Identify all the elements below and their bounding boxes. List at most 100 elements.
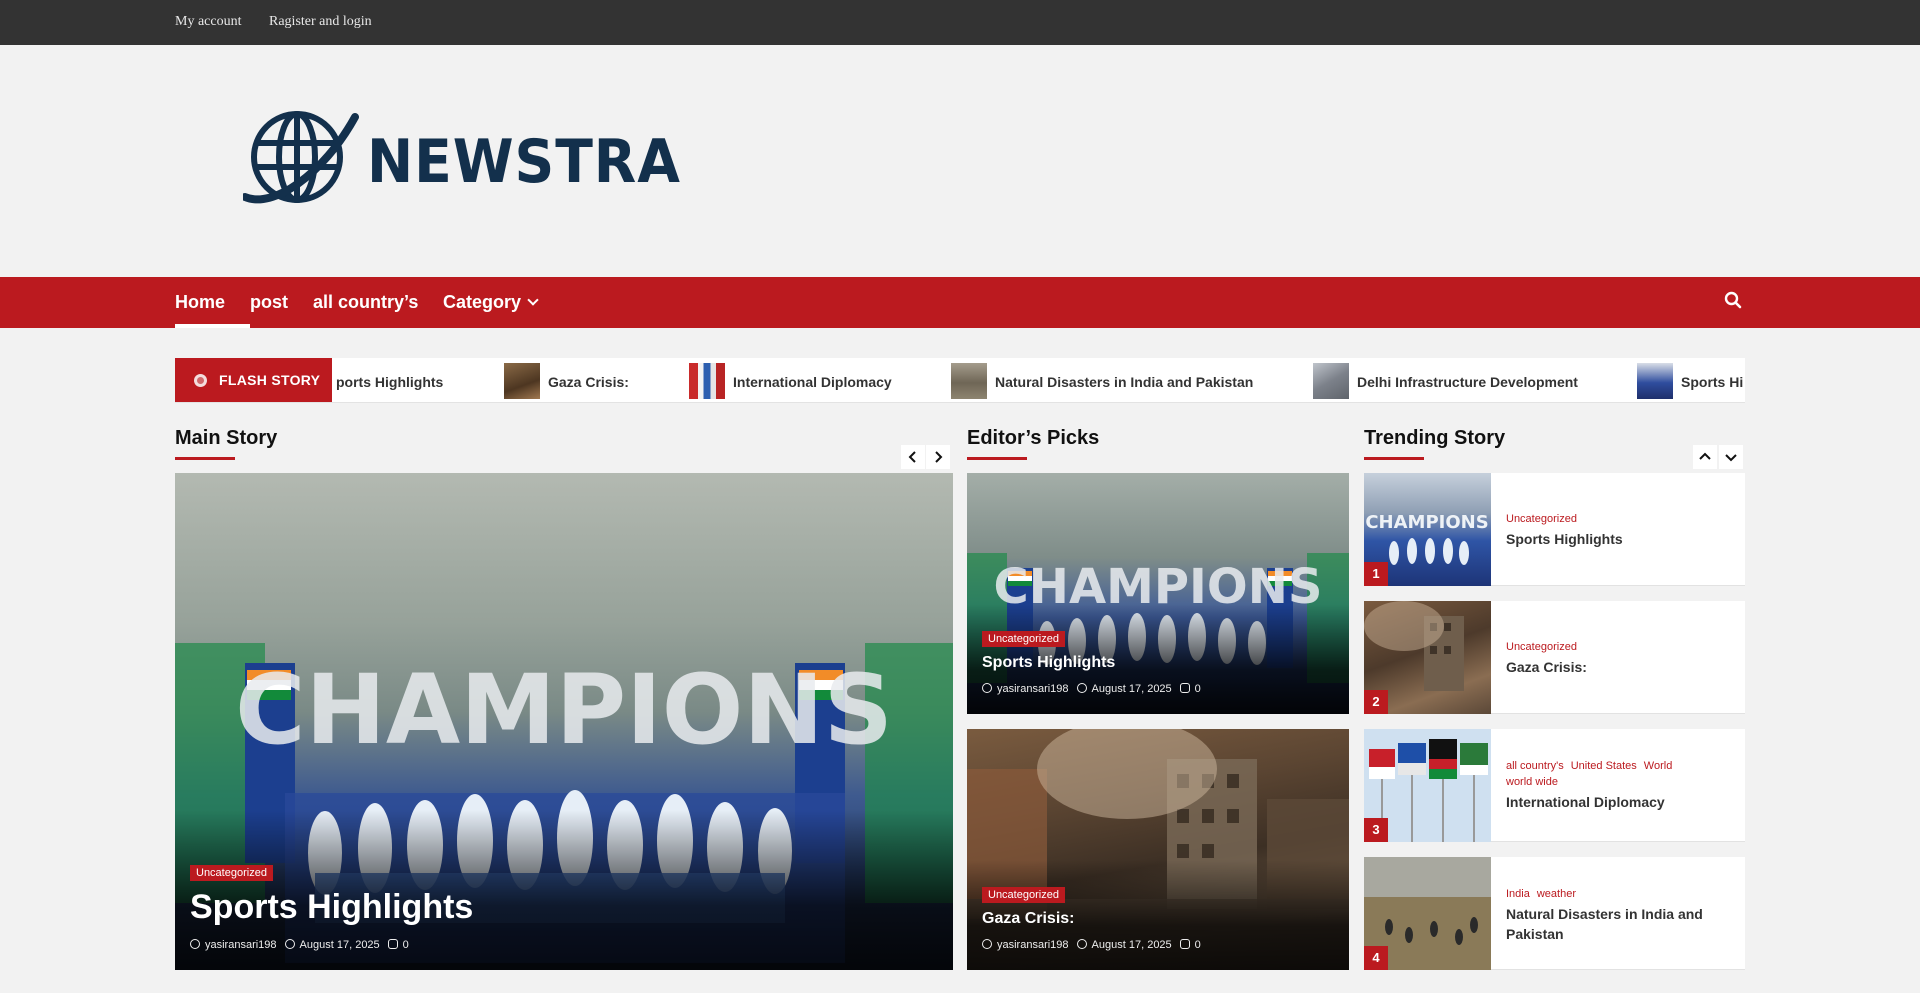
category-link[interactable]: weather xyxy=(1537,888,1576,900)
nav-home[interactable]: Home xyxy=(175,292,225,313)
heading-accent-line xyxy=(967,457,1027,460)
heading-accent-line xyxy=(175,457,235,460)
chevron-right-icon xyxy=(935,451,943,463)
clock-icon xyxy=(284,939,295,949)
nav-category[interactable]: Category xyxy=(443,292,539,313)
post-meta: yasiransari198 August 17, 2025 0 xyxy=(190,939,409,951)
svg-text:CHAMPIONS: CHAMPIONS xyxy=(235,654,893,766)
ticker-item-title: International Diplomacy xyxy=(733,374,892,390)
next-slide-button[interactable] xyxy=(926,445,950,469)
trending-thumbnail: 3 xyxy=(1364,729,1491,842)
ticker-thumbnail xyxy=(1637,363,1673,399)
category-badge[interactable]: Uncategorized xyxy=(190,865,273,881)
trending-item[interactable]: 3 all country's United States World world w… xyxy=(1364,729,1745,842)
main-story-card[interactable]: CHAMPIONS Uncategorized Sports Highlight… xyxy=(175,473,953,970)
ticker-item[interactable]: Delhi Infrastructure Development xyxy=(1313,363,1593,399)
trending-title[interactable]: International Diplomacy xyxy=(1506,792,1731,812)
ticker-item-title: Delhi Infrastructure Development xyxy=(1357,374,1578,390)
post-meta: yasiransari198 August 17, 2025 0 xyxy=(982,683,1201,695)
category-link[interactable]: United States xyxy=(1571,760,1637,772)
category-link[interactable]: India xyxy=(1506,888,1530,900)
ticker-item-title: Gaza Crisis: xyxy=(548,374,629,390)
comment-count[interactable]: 0 xyxy=(1195,683,1201,695)
nav-post[interactable]: post xyxy=(250,292,288,313)
editors-pick-title[interactable]: Sports Highlights xyxy=(982,654,1115,672)
globe-icon xyxy=(243,111,359,204)
category-link[interactable]: World xyxy=(1644,760,1673,772)
heading-accent-line xyxy=(1364,457,1424,460)
trending-up-button[interactable] xyxy=(1693,445,1717,469)
flash-story-text: FLASH STORY xyxy=(219,372,321,388)
main-navigation: Home post all country’s Category xyxy=(0,277,1920,328)
chevron-left-icon xyxy=(908,451,916,463)
post-author[interactable]: yasiransari198 xyxy=(205,939,277,951)
trending-categories: Uncategorized xyxy=(1506,511,1731,527)
trending-down-button[interactable] xyxy=(1719,445,1743,469)
trending-story-heading: Trending Story xyxy=(1364,427,1506,449)
trending-title[interactable]: Natural Disasters in India and Pakistan xyxy=(1506,904,1731,944)
category-link[interactable]: all country's xyxy=(1506,760,1564,772)
ticker-item[interactable]: Natural Disasters in India and Pakistan xyxy=(951,363,1271,399)
chevron-down-icon xyxy=(1725,454,1737,462)
trending-categories: all country's United States World world wid… xyxy=(1506,758,1731,790)
trending-item[interactable]: CHAMPIONS 1 Uncategorized Sports Highlig… xyxy=(1364,473,1745,586)
live-dot-icon xyxy=(194,374,207,387)
chevron-down-icon xyxy=(527,294,539,306)
ticker-thumbnail xyxy=(504,363,540,399)
search-icon[interactable] xyxy=(1724,291,1742,309)
trending-item[interactable]: 2 Uncategorized Gaza Crisis: xyxy=(1364,601,1745,714)
trending-thumbnail: 2 xyxy=(1364,601,1491,714)
comment-count[interactable]: 0 xyxy=(1195,939,1201,951)
category-link[interactable]: Uncategorized xyxy=(1506,513,1577,525)
register-login-link[interactable]: Ragister and login xyxy=(269,14,372,30)
ticker-item-title: ports Highlights xyxy=(336,374,444,390)
trending-rank: 3 xyxy=(1364,818,1388,842)
author-icon xyxy=(982,683,992,693)
editors-pick-card[interactable]: CHAMPIONS Uncategorized Sports Highlight… xyxy=(967,473,1349,714)
category-badge[interactable]: Uncategorized xyxy=(982,887,1065,903)
trending-rank: 4 xyxy=(1364,946,1388,970)
logo-wordmark: NEWSTRA xyxy=(367,127,681,197)
my-account-link[interactable]: My account xyxy=(175,14,241,30)
category-badge[interactable]: Uncategorized xyxy=(982,631,1065,647)
flash-story-label: FLASH STORY xyxy=(175,358,332,402)
editors-picks-heading: Editor’s Picks xyxy=(967,427,1100,449)
editors-pick-card[interactable]: Uncategorized Gaza Crisis: yasiransari19… xyxy=(967,729,1349,970)
comment-icon xyxy=(387,939,398,949)
prev-slide-button[interactable] xyxy=(901,445,925,469)
category-link[interactable]: world wide xyxy=(1506,776,1558,788)
ticker-item-title: Sports Hi xyxy=(1681,374,1744,390)
ticker-item[interactable]: Sports Hi xyxy=(1637,363,1745,399)
trending-categories: India weather xyxy=(1506,886,1731,902)
post-author[interactable]: yasiransari198 xyxy=(997,939,1069,951)
trending-item[interactable]: 4 India weather Natural Disasters in Indi… xyxy=(1364,857,1745,970)
category-link[interactable]: Uncategorized xyxy=(1506,641,1577,653)
main-story-title[interactable]: Sports Highlights xyxy=(190,888,473,927)
trending-title[interactable]: Gaza Crisis: xyxy=(1506,657,1731,677)
trending-title[interactable]: Sports Highlights xyxy=(1506,529,1731,549)
ticker-item[interactable]: ports Highlights xyxy=(336,363,516,399)
active-nav-indicator xyxy=(175,324,250,328)
svg-text:CHAMPIONS: CHAMPIONS xyxy=(1365,512,1488,533)
post-author[interactable]: yasiransari198 xyxy=(997,683,1069,695)
comment-count[interactable]: 0 xyxy=(403,939,409,951)
comment-icon xyxy=(1179,939,1190,949)
nav-category-label: Category xyxy=(443,292,522,312)
trending-rank: 2 xyxy=(1364,690,1388,714)
ticker-item[interactable]: International Diplomacy xyxy=(689,363,909,399)
clock-icon xyxy=(1076,683,1087,693)
post-date: August 17, 2025 xyxy=(1091,939,1172,951)
ticker-item[interactable]: Gaza Crisis: xyxy=(504,363,654,399)
site-logo[interactable]: NEWSTRA xyxy=(243,105,680,210)
ticker-thumbnail xyxy=(689,363,725,399)
post-date: August 17, 2025 xyxy=(299,939,380,951)
trending-thumbnail: 4 xyxy=(1364,857,1491,970)
post-date: August 17, 2025 xyxy=(1091,683,1172,695)
flash-story-ticker: FLASH STORY ports Highlights Gaza Crisis… xyxy=(175,358,1745,403)
ticker-thumbnail xyxy=(1313,363,1349,399)
ticker-item-title: Natural Disasters in India and Pakistan xyxy=(995,374,1254,390)
nav-all-countries[interactable]: all country’s xyxy=(313,292,418,313)
chevron-up-icon xyxy=(1699,452,1711,460)
comment-icon xyxy=(1179,683,1190,693)
editors-pick-title[interactable]: Gaza Crisis: xyxy=(982,910,1074,928)
